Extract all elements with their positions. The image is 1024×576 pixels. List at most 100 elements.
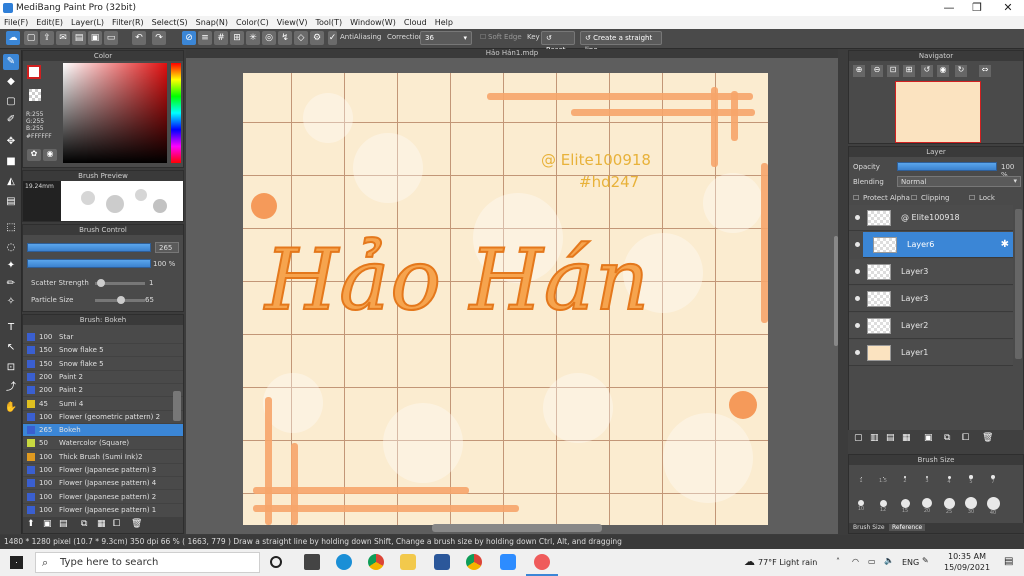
dot-tool-icon[interactable]: ✐ bbox=[3, 112, 19, 128]
taskbar-app-icon[interactable] bbox=[304, 554, 320, 570]
clock-date[interactable]: 15/09/2021 bbox=[944, 563, 990, 572]
grid-snap-icon[interactable]: # bbox=[214, 31, 228, 45]
window-icon[interactable]: ▭ bbox=[104, 31, 118, 45]
notifications-icon[interactable]: ▤ bbox=[1004, 556, 1013, 567]
color-saturation-field[interactable] bbox=[63, 63, 167, 163]
layer-row-selected[interactable]: Layer6 ✱ bbox=[863, 232, 1013, 258]
brush-size-value[interactable]: 265 bbox=[159, 244, 172, 252]
brush-size-option[interactable]: 10 bbox=[853, 495, 869, 512]
add-brush-icon[interactable]: ⬆ bbox=[27, 519, 35, 529]
word-icon[interactable] bbox=[434, 554, 450, 570]
canvas-area[interactable]: @ Elite100918 #hd247 Hảo Hán bbox=[186, 58, 838, 534]
language-indicator[interactable]: ENG bbox=[902, 558, 919, 567]
menu-help[interactable]: Help bbox=[431, 18, 457, 27]
brush-list-item[interactable]: 100 Flower (Japanese pattern) 2 bbox=[23, 491, 183, 504]
radial-snap-icon[interactable]: ✳ bbox=[246, 31, 260, 45]
new-halftone-layer-icon[interactable]: ▥ bbox=[870, 433, 879, 443]
menu-cloud[interactable]: Cloud bbox=[400, 18, 431, 27]
layer-folder-icon[interactable]: ▣ bbox=[924, 433, 933, 443]
layer-row[interactable]: Layer1 bbox=[849, 340, 1013, 366]
lasso-tool-icon[interactable]: ◌ bbox=[3, 240, 19, 256]
new-file-icon[interactable]: ▢ bbox=[24, 31, 38, 45]
brush-list-item[interactable]: 150 Snow flake 5 bbox=[23, 344, 183, 358]
brush-size-option[interactable]: 15 bbox=[897, 495, 913, 514]
new-layer-icon[interactable]: ▢ bbox=[854, 433, 863, 443]
zoom-in-icon[interactable]: ⊕ bbox=[853, 65, 865, 77]
gear-icon[interactable]: ✱ bbox=[1001, 239, 1009, 250]
select-eraser-icon[interactable]: ✧ bbox=[3, 294, 19, 310]
soft-edge-checkbox[interactable]: ☐ bbox=[480, 33, 486, 41]
chat-icon[interactable]: ▤ bbox=[72, 31, 86, 45]
brush-list-item[interactable]: 100 Flower (geometric pattern) 2 bbox=[23, 411, 183, 424]
drawing-canvas[interactable]: @ Elite100918 #hd247 Hảo Hán bbox=[243, 73, 768, 525]
palette-icon[interactable]: ✿ bbox=[27, 149, 41, 161]
brush-list-item[interactable]: 50 Watercolor (Square) bbox=[23, 437, 183, 451]
clipping-checkbox[interactable]: ☐ bbox=[911, 194, 917, 202]
color-picker-icon[interactable]: ◉ bbox=[43, 149, 57, 161]
snap-off-icon[interactable]: ⊘ bbox=[182, 31, 196, 45]
select-tool-icon[interactable]: ⬚ bbox=[3, 220, 19, 236]
rotate-reset-icon[interactable]: ◉ bbox=[937, 65, 949, 77]
protect-alpha-checkbox[interactable]: ☐ bbox=[853, 194, 859, 202]
cloud-icon[interactable]: ☁ bbox=[6, 31, 20, 45]
folder-icon[interactable]: ▣ bbox=[88, 31, 102, 45]
brush-list-item[interactable]: 100 Star bbox=[23, 331, 183, 344]
menu-snap[interactable]: Snap(N) bbox=[192, 18, 232, 27]
settings-snap-icon[interactable]: ⚙ bbox=[310, 31, 324, 45]
lock-checkbox[interactable]: ☐ bbox=[969, 194, 975, 202]
gear-icon[interactable]: ✱ bbox=[183, 426, 184, 434]
divide-tool-icon[interactable]: ⊡ bbox=[3, 360, 19, 376]
bucket-tool-icon[interactable]: ◭ bbox=[3, 174, 19, 190]
layer-row[interactable]: @ Elite100918 bbox=[849, 205, 1013, 231]
brush-list-item[interactable]: 100 Thick Brush (Sumi Ink)2 bbox=[23, 451, 183, 464]
gradient-tool-icon[interactable]: ▤ bbox=[3, 194, 19, 210]
layer-opacity-slider[interactable] bbox=[897, 162, 997, 171]
redo-icon[interactable]: ↷ bbox=[152, 31, 166, 45]
magic-wand-tool-icon[interactable]: ✦ bbox=[3, 258, 19, 274]
layer-row[interactable]: Layer3 bbox=[849, 259, 1013, 285]
reference-tab[interactable]: Reference bbox=[889, 524, 926, 531]
menu-file[interactable]: File(F) bbox=[0, 18, 32, 27]
layer-row[interactable]: Layer2 bbox=[849, 313, 1013, 339]
menu-edit[interactable]: Edit(E) bbox=[32, 18, 67, 27]
navigator-thumbnail[interactable] bbox=[895, 81, 981, 143]
brush-size-slider[interactable] bbox=[27, 243, 151, 252]
duplicate-layer-icon[interactable]: ⧉ bbox=[944, 433, 950, 443]
upload-icon[interactable]: ⇪ bbox=[40, 31, 54, 45]
foreground-color-swatch[interactable] bbox=[27, 65, 41, 79]
menu-color[interactable]: Color(C) bbox=[232, 18, 273, 27]
eye-icon[interactable] bbox=[855, 296, 860, 301]
brush-size-option[interactable]: 30 bbox=[963, 495, 979, 515]
menu-layer[interactable]: Layer(L) bbox=[67, 18, 108, 27]
eye-icon[interactable] bbox=[855, 323, 860, 328]
new-8bit-layer-icon[interactable]: ▤ bbox=[886, 433, 895, 443]
antialias-checkbox[interactable]: ✓ bbox=[328, 31, 337, 45]
eye-icon[interactable] bbox=[855, 215, 860, 220]
brush-size-option[interactable]: 2 bbox=[897, 469, 913, 485]
reset-button[interactable]: ↺ Reset bbox=[541, 31, 575, 54]
brush-duplicate-icon[interactable]: ⧠ bbox=[113, 519, 120, 529]
layer-scrollbar[interactable] bbox=[1015, 209, 1022, 359]
particle-size-slider[interactable] bbox=[95, 296, 145, 304]
merge-layer-icon[interactable]: ⧠ bbox=[962, 433, 969, 443]
task-view-icon[interactable] bbox=[270, 556, 282, 568]
brush-list-scrollbar[interactable] bbox=[173, 391, 181, 421]
scatter-strength-slider[interactable] bbox=[95, 279, 145, 287]
text-tool-icon[interactable]: T bbox=[3, 320, 19, 336]
minimize-button[interactable]: — bbox=[934, 0, 964, 16]
menu-view[interactable]: View(V) bbox=[273, 18, 312, 27]
close-button[interactable]: ✕ bbox=[993, 0, 1023, 16]
vertical-scrollbar[interactable] bbox=[834, 236, 838, 346]
brush-import-icon[interactable]: ▦ bbox=[97, 519, 106, 529]
circle-snap-icon[interactable]: ◎ bbox=[262, 31, 276, 45]
eye-icon[interactable] bbox=[855, 269, 860, 274]
horizontal-scrollbar[interactable] bbox=[432, 524, 602, 532]
cross-snap-icon[interactable]: ⊞ bbox=[230, 31, 244, 45]
eraser-tool-icon[interactable]: ◆ bbox=[3, 74, 19, 90]
chrome-icon[interactable] bbox=[368, 554, 384, 570]
fit-icon[interactable]: ⊡ bbox=[887, 65, 899, 77]
menu-select[interactable]: Select(S) bbox=[148, 18, 192, 27]
brush-size-option[interactable]: 3 bbox=[919, 469, 935, 485]
delete-layer-icon[interactable]: 🗑 bbox=[982, 433, 993, 443]
brush-size-tab[interactable]: Brush Size bbox=[853, 524, 885, 531]
